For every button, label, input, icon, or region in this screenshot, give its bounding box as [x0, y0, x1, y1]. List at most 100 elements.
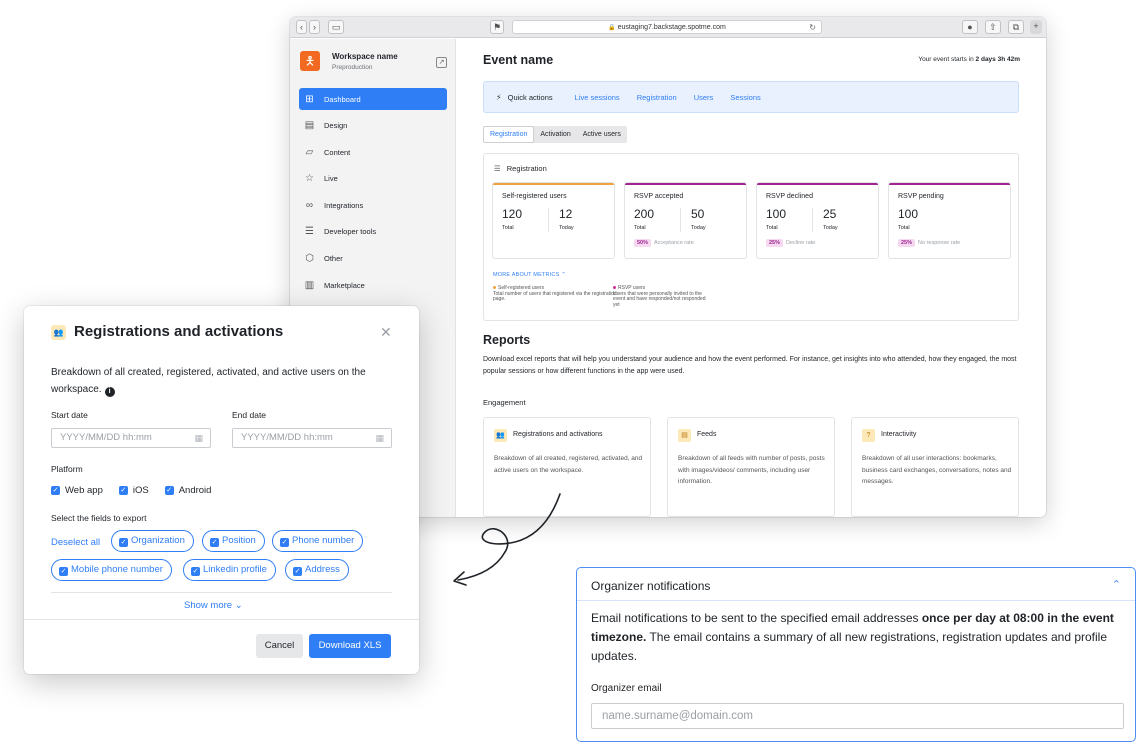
metric-card: Self-registered users 120 Total 12 Today	[492, 182, 615, 259]
list-icon: ☰	[494, 164, 501, 173]
organizer-email-label: Organizer email	[591, 683, 662, 694]
checkbox-ios[interactable]: ✓ iOS	[118, 485, 149, 496]
metric-today-value: 25	[823, 207, 837, 221]
lightning-icon: ⚡	[496, 92, 502, 102]
users-icon: 👥	[494, 429, 507, 442]
external-link-icon[interactable]: ↗	[436, 57, 447, 68]
checkbox-checked-icon: ✓	[164, 486, 174, 495]
chevron-up-icon[interactable]: ⌃	[1112, 578, 1121, 591]
metric-total-value: 100	[898, 207, 919, 221]
metric-total-label: Total	[898, 225, 910, 231]
fields-label: Select the fields to export	[51, 513, 147, 523]
reload-icon[interactable]: ↻	[809, 21, 816, 34]
reports-heading: Reports	[483, 333, 531, 347]
tab-activation[interactable]: Activation	[534, 126, 576, 143]
metric-total-value: 100	[766, 207, 787, 221]
report-card-feeds[interactable]: ▤ Feeds Breakdown of all feeds with numb…	[667, 417, 835, 517]
field-pill-linkedin[interactable]: ✓ Linkedin profile	[183, 559, 276, 581]
chevron-down-icon: ⌄	[234, 600, 243, 611]
dashboard-icon: ⊞	[305, 93, 314, 105]
sidebar-item-design[interactable]: ▤ Design	[299, 115, 447, 137]
back-icon[interactable]: ‹	[296, 20, 307, 34]
metric-total-label: Total	[502, 225, 514, 231]
reports-description: Download excel reports that will help yo…	[483, 356, 1017, 375]
close-icon[interactable]: ✕	[380, 324, 392, 341]
quick-link-registration[interactable]: Registration	[637, 93, 677, 102]
pin-icon[interactable]: ⚑	[490, 20, 504, 34]
workspace-subtitle: Preproduction	[332, 64, 373, 71]
users-icon: 👥	[51, 325, 66, 340]
metric-divider	[548, 208, 549, 232]
rate-badge: 25%	[898, 239, 916, 247]
field-pill-position[interactable]: ✓ Position	[202, 530, 265, 552]
tab-active-users[interactable]: Active users	[577, 126, 627, 143]
metric-accent-bar	[625, 183, 746, 185]
sidebar-item-other[interactable]: ⬡ Other	[299, 248, 447, 270]
field-pill-mobile-phone[interactable]: ✓ Mobile phone number	[51, 559, 172, 581]
share-icon[interactable]: ⇧	[985, 20, 1001, 34]
metric-today-label: Today	[823, 225, 838, 231]
event-countdown: Your event starts in 2 days 3h 42m	[918, 56, 1020, 63]
download-xls-button[interactable]: Download XLS	[309, 634, 391, 658]
report-card-interactivity[interactable]: ? Interactivity Breakdown of all user in…	[851, 417, 1019, 517]
checkbox-android[interactable]: ✓ Android	[164, 485, 211, 496]
field-pill-organization[interactable]: ✓ Organization	[111, 530, 194, 552]
divider	[24, 619, 419, 620]
registration-card: ☰ Registration Self-registered users 120 To…	[483, 153, 1019, 321]
checkbox-checked-icon: ✓	[210, 538, 219, 547]
quick-link-sessions[interactable]: Sessions	[730, 93, 760, 102]
download-icon[interactable]: ●	[962, 20, 978, 34]
field-pill-address[interactable]: ✓ Address	[285, 559, 349, 581]
sidebar-item-marketplace[interactable]: ▥ Marketplace	[299, 274, 447, 296]
divider	[51, 592, 392, 593]
show-more-button[interactable]: Show more ⌄	[184, 600, 243, 611]
chevron-up-icon: ⌃	[561, 272, 566, 278]
star-icon: ☆	[305, 173, 314, 185]
cancel-button[interactable]: Cancel	[256, 634, 303, 658]
tab-registration[interactable]: Registration	[483, 126, 535, 143]
organizer-email-input[interactable]: name.surname@domain.com	[591, 703, 1124, 729]
sidebar-toggle-icon[interactable]: ▭	[328, 20, 344, 34]
organizer-description: Email notifications to be sent to the sp…	[591, 611, 1114, 663]
metric-total-value: 200	[634, 207, 655, 221]
calendar-icon[interactable]: ▦	[375, 429, 384, 447]
sidebar-item-integrations[interactable]: ∞ Integrations	[299, 194, 447, 216]
new-tab-icon[interactable]: +	[1030, 20, 1042, 34]
more-about-metrics-link[interactable]: MORE ABOUT METRICS ⌃	[493, 272, 566, 278]
end-date-label: End date	[232, 410, 267, 420]
metric-rate: 25% No response rate	[898, 239, 960, 247]
metric-accent-bar	[757, 183, 878, 185]
main-content: Event name Your event starts in 2 days 3…	[457, 39, 1046, 517]
sidebar-nav: ⊞ Dashboard ▤ Design ▱ Content ☆ Live ∞ Integ…	[299, 88, 447, 301]
sidebar-item-dashboard[interactable]: ⊞ Dashboard	[299, 88, 447, 110]
info-icon[interactable]: i	[104, 387, 115, 397]
metric-total-label: Total	[766, 225, 778, 231]
metric-card: RSVP accepted 200 Total 50 Today 50% Acceptanc…	[624, 182, 747, 259]
calendar-icon[interactable]: ▦	[194, 429, 203, 447]
field-pill-phone-number[interactable]: ✓ Phone number	[272, 530, 364, 552]
checkbox-web-app[interactable]: ✓ Web app	[51, 485, 103, 496]
sidebar-item-content[interactable]: ▱ Content	[299, 141, 447, 163]
forward-icon[interactable]: ›	[309, 20, 320, 34]
tabs-icon[interactable]: ⧉	[1008, 20, 1024, 34]
end-date-input[interactable]: YYYY/MM/DD hh:mm ▦	[232, 428, 392, 448]
metric-card: RSVP pending 100 Total 25% No response rate	[888, 182, 1011, 259]
metric-total-label: Total	[634, 225, 646, 231]
sidebar-item-live[interactable]: ☆ Live	[299, 168, 447, 190]
metrics-row: Self-registered users 120 Total 12 Today RSVP…	[492, 182, 1011, 259]
sidebar-item-developer-tools[interactable]: ☰ Developer tools	[299, 221, 447, 243]
quick-link-live-sessions[interactable]: Live sessions	[575, 93, 620, 102]
deselect-all-link[interactable]: Deselect all	[51, 537, 100, 548]
quick-link-users[interactable]: Users	[694, 93, 714, 102]
checkbox-checked-icon: ✓	[191, 567, 200, 576]
metric-accent-bar	[889, 183, 1010, 185]
workspace-name: Workspace name	[332, 52, 398, 61]
start-date-input[interactable]: YYYY/MM/DD hh:mm ▦	[51, 428, 211, 448]
metric-title: RSVP declined	[766, 193, 813, 200]
legend-self-registered: Self-registered users Total number of use…	[493, 285, 617, 302]
url-bar[interactable]: 🔒 eustaging7.backstage.spotme.com ↻	[512, 20, 822, 34]
engagement-heading: Engagement	[483, 398, 526, 407]
checkbox-checked-icon: ✓	[51, 486, 60, 495]
chat-icon: ?	[862, 429, 875, 442]
database-icon: ☰	[305, 226, 314, 238]
